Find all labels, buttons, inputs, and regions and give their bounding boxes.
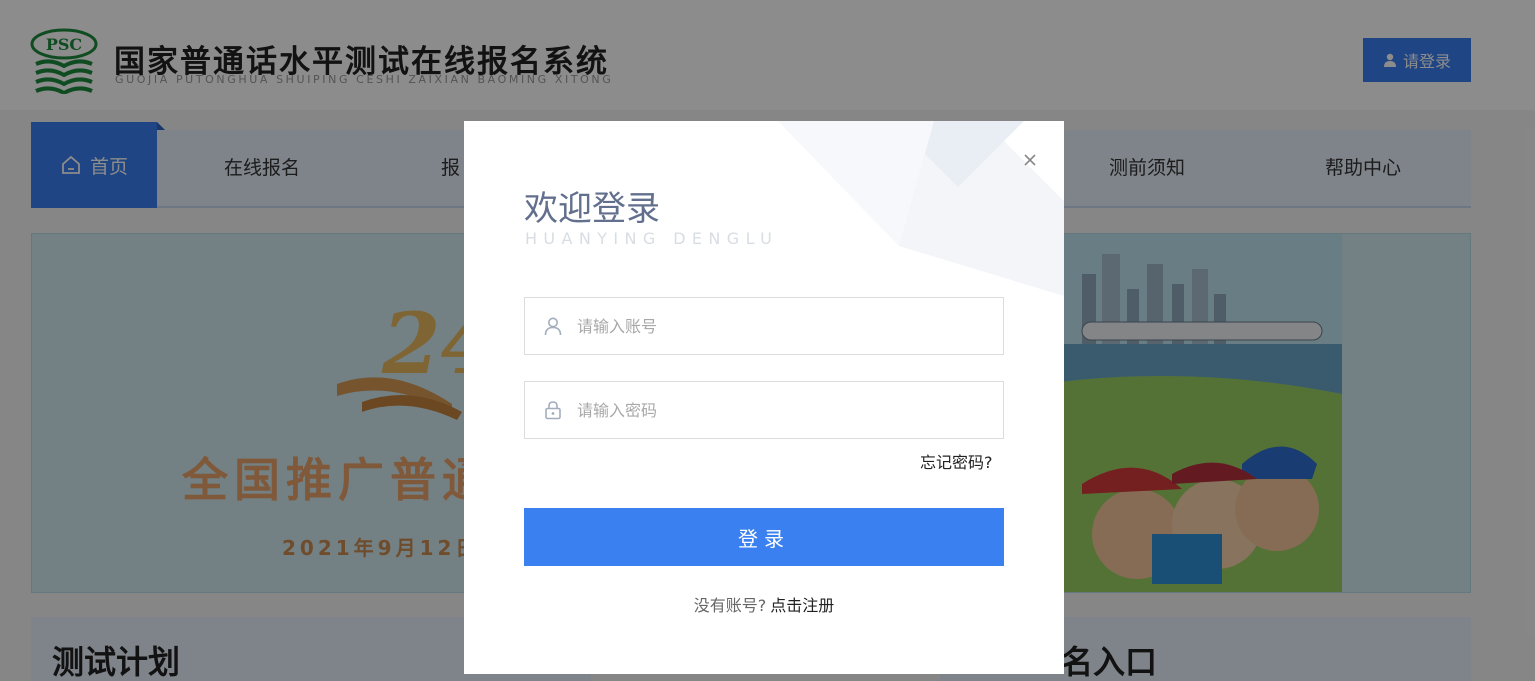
password-field[interactable] (524, 381, 1004, 439)
forgot-password-link[interactable]: 忘记密码? (920, 449, 993, 473)
login-modal: 欢迎登录 HUANYING DENGLU 忘记密码? 登录 没有账号?点击注册 (464, 121, 1064, 674)
username-field[interactable] (524, 297, 1004, 355)
modal-title: 欢迎登录 (524, 189, 660, 229)
user-icon (544, 317, 562, 336)
username-input[interactable] (577, 306, 977, 346)
modal-subtitle: HUANYING DENGLU (525, 229, 779, 248)
register-link[interactable]: 点击注册 (770, 596, 834, 615)
password-input[interactable] (577, 390, 977, 430)
lock-icon (545, 401, 561, 420)
login-submit-button[interactable]: 登录 (524, 508, 1004, 566)
no-account-text: 没有账号? (693, 596, 767, 615)
close-icon[interactable] (1020, 150, 1040, 170)
register-row: 没有账号? 点击注册 (464, 592, 1064, 616)
